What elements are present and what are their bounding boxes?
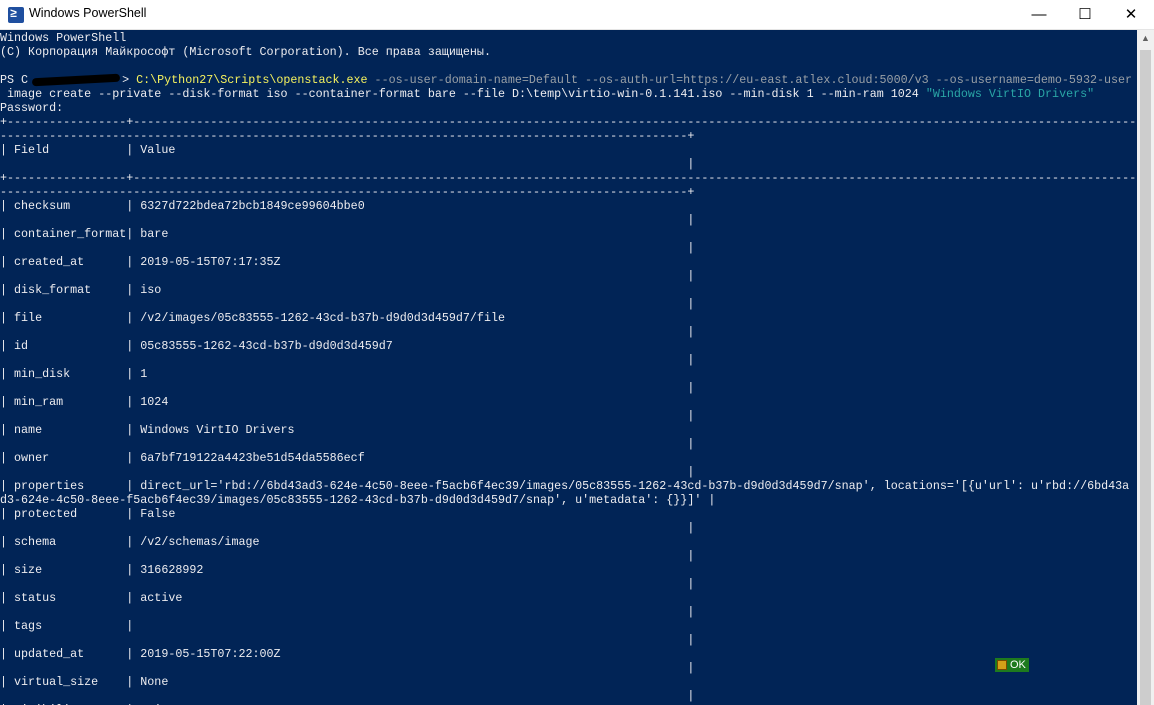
table-row-tail: | — [0, 157, 695, 171]
table-row-tail: | — [0, 297, 695, 311]
scroll-up-icon[interactable]: ▲ — [1137, 30, 1154, 47]
command-line: PS C > C:\Python27\Scripts\openstack.exe … — [0, 73, 1133, 87]
table-row-properties: | properties | direct_url='rbd://6bd43ad… — [0, 479, 1130, 493]
table-border: ----------------------------------------… — [0, 185, 695, 199]
table-row-tail: | — [0, 437, 695, 451]
table-row: | virtual_size | None — [0, 675, 169, 689]
table-border: +-----------------+---------------------… — [0, 115, 1137, 129]
table-row: | min_ram | 1024 — [0, 395, 169, 409]
table-row-tail: | — [0, 465, 695, 479]
console-header: Windows PowerShell — [0, 31, 127, 45]
status-badge: OK — [995, 658, 1029, 672]
console-copyright: (C) Корпорация Майкрософт (Microsoft Cor… — [0, 45, 491, 59]
console-output[interactable]: Windows PowerShell (C) Корпорация Майкрос… — [0, 30, 1137, 705]
table-row: | updated_at | 2019-05-15T07:22:00Z — [0, 647, 281, 661]
table-row-tail: | — [0, 213, 695, 227]
vertical-scrollbar[interactable]: ▲ — [1137, 30, 1154, 705]
table-row: | protected | False — [0, 507, 176, 521]
table-row: | container_format| bare — [0, 227, 169, 241]
table-row: | name | Windows VirtIO Drivers — [0, 423, 295, 437]
table-header-row: | Field | Value — [0, 143, 176, 157]
redacted-user-path — [31, 73, 121, 87]
status-badge-label: OK — [1010, 659, 1026, 671]
window-title: Windows PowerShell — [29, 6, 147, 20]
table-row: | tags | — [0, 619, 141, 633]
scrollbar-thumb[interactable] — [1140, 50, 1151, 705]
table-row-tail: | — [0, 549, 695, 563]
table-row: | file | /v2/images/05c83555-1262-43cd-b… — [0, 311, 505, 325]
table-row: | size | 316628992 — [0, 563, 204, 577]
table-row-properties-continued: d3-624e-4c50-8eee-f5acb6f4ec39/images/05… — [0, 493, 716, 507]
close-button[interactable]: ✕ — [1108, 0, 1154, 29]
table-row-tail: | — [0, 241, 695, 255]
table-row-tail: | — [0, 409, 695, 423]
command-line-continued: image create --private --disk-format iso… — [0, 87, 1095, 101]
table-row: | schema | /v2/schemas/image — [0, 535, 260, 549]
table-row-tail: | — [0, 353, 695, 367]
table-row-tail: | — [0, 605, 695, 619]
table-row-tail: | — [0, 577, 695, 591]
table-border: +-----------------+---------------------… — [0, 171, 1137, 185]
table-row: | disk_format | iso — [0, 283, 162, 297]
table-row: | checksum | 6327d722bdea72bcb1849ce9960… — [0, 199, 365, 213]
minimize-button[interactable]: — — [1016, 0, 1062, 29]
table-row: | min_disk | 1 — [0, 367, 148, 381]
table-row-tail: | — [0, 661, 695, 675]
table-row-tail: | — [0, 521, 695, 535]
table-row-tail: | — [0, 325, 695, 339]
table-row: | id | 05c83555-1262-43cd-b37b-d9d0d3d45… — [0, 339, 393, 353]
table-border: ----------------------------------------… — [0, 129, 695, 143]
table-row: | status | active — [0, 591, 183, 605]
table-row-tail: | — [0, 381, 695, 395]
password-prompt: Password: — [0, 101, 64, 115]
table-row-tail: | — [0, 689, 695, 703]
table-row-tail: | — [0, 269, 695, 283]
powershell-icon: ≥ — [8, 7, 24, 23]
title-bar: ≥ Windows PowerShell — ☐ ✕ — [0, 0, 1154, 30]
app-status-icon — [997, 660, 1007, 671]
table-row: | created_at | 2019-05-15T07:17:35Z — [0, 255, 281, 269]
maximize-button[interactable]: ☐ — [1062, 0, 1108, 29]
table-row: | owner | 6a7bf719122a4423be51d54da5586e… — [0, 451, 365, 465]
table-row-tail: | — [0, 633, 695, 647]
